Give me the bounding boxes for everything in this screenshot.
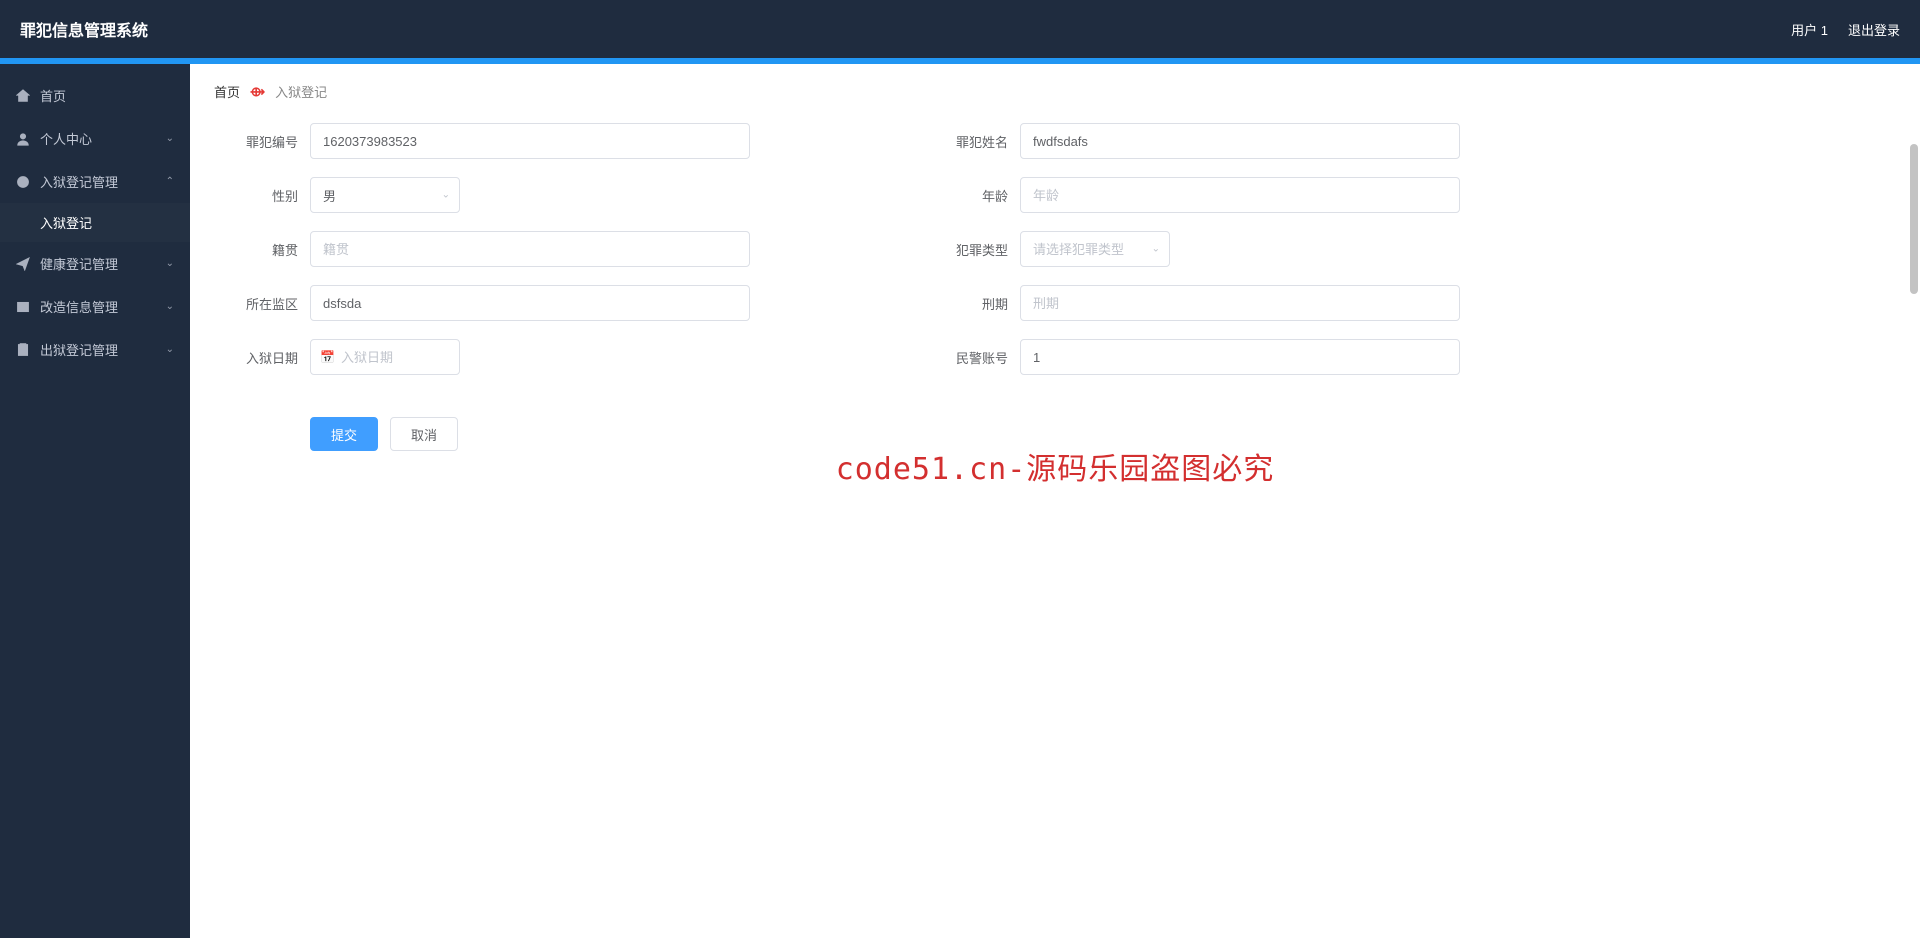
scrollbar-thumb[interactable] (1910, 144, 1918, 294)
chevron-down-icon: ⌄ (166, 133, 174, 144)
sidebar-item-reg-out[interactable]: 出狱登记管理 ⌄ (0, 328, 190, 371)
sidebar-item-label: 首页 (40, 86, 66, 105)
id-input[interactable] (310, 123, 750, 159)
sidebar-item-label: 入狱登记管理 (40, 172, 118, 191)
logout-link[interactable]: 退出登录 (1848, 20, 1900, 39)
sidebar-item-reform[interactable]: 改造信息管理 ⌄ (0, 285, 190, 328)
police-label: 民警账号 (924, 348, 1020, 367)
gender-select[interactable] (310, 177, 460, 213)
sidebar-subitem-reg-in[interactable]: 入狱登记 (0, 203, 190, 242)
breadcrumb-separator-icon: ⟴ (250, 84, 265, 100)
sidebar-item-personal[interactable]: 个人中心 ⌄ (0, 117, 190, 160)
name-label: 罪犯姓名 (924, 132, 1020, 151)
main-content: 首页 ⟴ 入狱登记 罪犯编号 罪犯姓名 性别 (190, 64, 1920, 938)
cancel-button[interactable]: 取消 (390, 417, 458, 451)
prison-input[interactable] (310, 285, 750, 321)
sidebar-item-reg-in[interactable]: 入狱登记管理 ⌃ (0, 160, 190, 203)
sentence-label: 刑期 (924, 294, 1020, 313)
home-icon (16, 89, 30, 103)
crime-type-label: 犯罪类型 (924, 240, 1020, 259)
sidebar: 首页 个人中心 ⌄ 入狱登记管理 ⌃ 入狱登记 健康登记管理 ⌄ (0, 64, 190, 938)
clipboard-icon (16, 343, 30, 357)
calendar-icon: 📅 (320, 350, 335, 364)
sentence-input[interactable] (1020, 285, 1460, 321)
breadcrumb-home[interactable]: 首页 (214, 82, 240, 101)
chevron-down-icon: ⌄ (166, 258, 174, 269)
sidebar-subitem-label: 入狱登记 (40, 216, 92, 231)
police-input[interactable] (1020, 339, 1460, 375)
origin-label: 籍贯 (214, 240, 310, 259)
button-row: 提交 取消 (190, 403, 1920, 451)
origin-input[interactable] (310, 231, 750, 267)
indate-label: 入狱日期 (214, 348, 310, 367)
sidebar-item-label: 改造信息管理 (40, 297, 118, 316)
sidebar-item-health[interactable]: 健康登记管理 ⌄ (0, 242, 190, 285)
breadcrumb: 首页 ⟴ 入狱登记 (190, 64, 1920, 113)
send-icon (16, 257, 30, 271)
user-label[interactable]: 用户 1 (1791, 20, 1828, 39)
age-input[interactable] (1020, 177, 1460, 213)
header-right: 用户 1 退出登录 (1791, 20, 1900, 39)
prison-label: 所在监区 (214, 294, 310, 313)
sidebar-item-label: 出狱登记管理 (40, 340, 118, 359)
chevron-up-icon: ⌃ (166, 176, 174, 187)
crime-type-select[interactable] (1020, 231, 1170, 267)
window-icon (16, 300, 30, 314)
gender-label: 性别 (214, 186, 310, 205)
submit-button[interactable]: 提交 (310, 417, 378, 451)
sidebar-item-label: 个人中心 (40, 129, 92, 148)
sidebar-item-label: 健康登记管理 (40, 254, 118, 273)
chevron-down-icon: ⌄ (166, 344, 174, 355)
sidebar-item-home[interactable]: 首页 (0, 74, 190, 117)
user-icon (16, 132, 30, 146)
app-title: 罪犯信息管理系统 (20, 17, 148, 41)
name-input[interactable] (1020, 123, 1460, 159)
id-label: 罪犯编号 (214, 132, 310, 151)
age-label: 年龄 (924, 186, 1020, 205)
chevron-down-icon: ⌄ (166, 301, 174, 312)
form: 罪犯编号 罪犯姓名 性别 ⌄ 年龄 (190, 113, 1920, 403)
breadcrumb-current: 入狱登记 (275, 82, 327, 101)
power-icon (16, 175, 30, 189)
app-header: 罪犯信息管理系统 用户 1 退出登录 (0, 0, 1920, 58)
